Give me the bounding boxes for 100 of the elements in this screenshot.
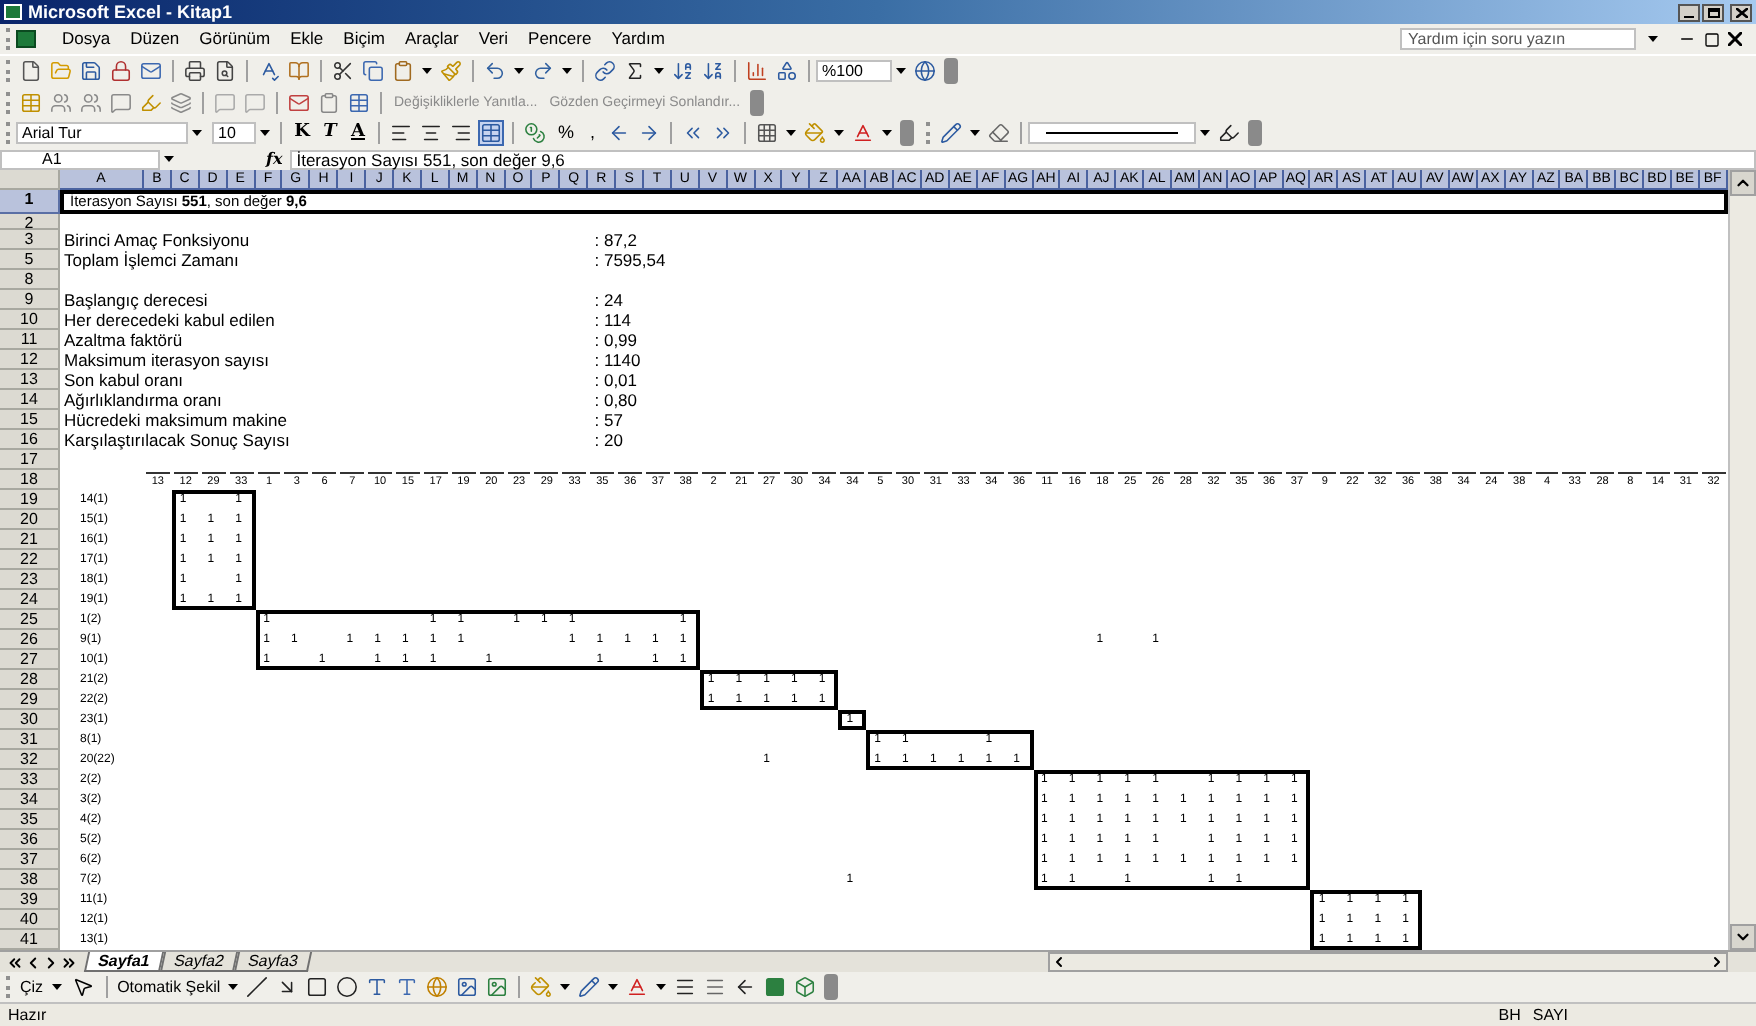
mail-icon[interactable]	[288, 91, 310, 113]
row-header[interactable]: 23	[0, 570, 60, 590]
toolbar-options-icon[interactable]	[824, 974, 839, 1000]
minimize-icon[interactable]	[1678, 3, 1700, 21]
row-header[interactable]: 9	[0, 290, 60, 310]
drawing-menu-button[interactable]: Otomatik Şekil	[113, 977, 225, 997]
sort-ascending-icon[interactable]	[672, 60, 694, 82]
sheet-tab[interactable]: Sayfa3	[233, 952, 312, 972]
text-box-icon[interactable]	[366, 976, 389, 998]
oval-icon[interactable]	[336, 976, 359, 998]
pen-color-icon[interactable]	[1217, 122, 1240, 144]
style-button[interactable]: T	[316, 122, 344, 144]
sort-descending-icon[interactable]	[702, 60, 724, 82]
row-header[interactable]: 22	[0, 550, 60, 570]
menu-item[interactable]: Biçim	[333, 28, 395, 50]
line-icon[interactable]	[246, 976, 269, 998]
menu-item[interactable]: Ekle	[280, 28, 334, 50]
people-icon[interactable]	[50, 91, 72, 113]
menu-item[interactable]: Yardım	[601, 28, 675, 50]
print-icon[interactable]	[184, 60, 206, 82]
dropdown-caret-icon[interactable]	[608, 984, 619, 990]
fill-color-icon[interactable]	[530, 976, 553, 998]
font-size-field[interactable]: 10	[212, 122, 256, 144]
arrow-style-icon[interactable]	[734, 976, 757, 998]
row-header[interactable]: 39	[0, 890, 60, 910]
dropdown-caret-icon[interactable]	[192, 130, 202, 136]
row-header[interactable]: 10	[0, 310, 60, 330]
dropdown-caret-icon[interactable]	[896, 68, 906, 74]
comment-icon[interactable]	[110, 91, 132, 113]
font-color-icon[interactable]	[626, 976, 649, 998]
mail-icon[interactable]	[140, 60, 162, 82]
close-icon[interactable]	[1728, 32, 1742, 46]
hyperlink-icon[interactable]	[594, 60, 616, 82]
drawing-icon[interactable]	[776, 60, 798, 82]
row-header[interactable]: 26	[0, 630, 60, 650]
formula-field[interactable]: İterasyon Sayısı 551, son değer 9,6	[290, 149, 1756, 169]
style-button[interactable]: A	[344, 122, 372, 144]
menu-item[interactable]: Araçlar	[394, 28, 469, 50]
padlock-icon[interactable]	[110, 60, 132, 82]
cut-icon[interactable]	[332, 60, 354, 82]
next-sheet-icon[interactable]	[42, 953, 60, 971]
fill-color-icon[interactable]	[803, 122, 826, 144]
row-header[interactable]: 41	[0, 930, 60, 950]
row-header[interactable]: 34	[0, 790, 60, 810]
toolbar-options-icon[interactable]	[750, 89, 765, 115]
horizontal-scrollbar[interactable]	[1048, 952, 1728, 972]
function-label[interactable]: fx	[266, 150, 283, 168]
row-header[interactable]: 24	[0, 590, 60, 610]
row-header[interactable]: 11	[0, 330, 60, 350]
row-header[interactable]: 19	[0, 490, 60, 510]
scroll-down-icon[interactable]	[1730, 924, 1756, 950]
row-header[interactable]: 18	[0, 470, 60, 490]
dropdown-caret-icon[interactable]	[785, 130, 796, 136]
row-header[interactable]: 20	[0, 510, 60, 530]
row-header[interactable]: 32	[0, 750, 60, 770]
dropdown-caret-icon[interactable]	[164, 156, 174, 162]
dropdown-caret-icon[interactable]	[260, 130, 270, 136]
row-header[interactable]: 38	[0, 870, 60, 890]
number-format-button[interactable]: %	[550, 122, 583, 144]
row-header[interactable]: 1	[0, 190, 60, 214]
row-header[interactable]: 28	[0, 670, 60, 690]
row-header[interactable]: 31	[0, 730, 60, 750]
dropdown-caret-icon[interactable]	[562, 68, 572, 74]
line-color-icon[interactable]	[578, 976, 601, 998]
print-preview-icon[interactable]	[214, 60, 236, 82]
menu-item[interactable]: Görünüm	[189, 28, 281, 50]
row-header[interactable]: 40	[0, 910, 60, 930]
align-left-icon[interactable]	[390, 122, 412, 144]
row-header[interactable]: 35	[0, 810, 60, 830]
eraser-icon[interactable]	[987, 122, 1010, 144]
row-header[interactable]: 12	[0, 350, 60, 370]
sheet-tab[interactable]: Sayfa1	[83, 952, 164, 972]
sum-icon[interactable]	[624, 60, 646, 82]
number-format-button[interactable]: ,	[582, 122, 604, 144]
rectangle-icon[interactable]	[306, 976, 329, 998]
spell-check-icon[interactable]	[258, 60, 280, 82]
style-button[interactable]: K	[288, 122, 316, 144]
borders-icon[interactable]	[755, 122, 778, 144]
last-sheet-icon[interactable]	[60, 953, 78, 971]
row-header[interactable]: 25	[0, 610, 60, 630]
row-header[interactable]: 33	[0, 770, 60, 790]
drawing-menu-button[interactable]: Çiz	[16, 977, 48, 997]
row-header[interactable]: 3	[0, 230, 60, 250]
pencil-icon[interactable]	[939, 122, 962, 144]
row-header[interactable]: 13	[0, 370, 60, 390]
currency-icon[interactable]	[524, 122, 546, 144]
table-icon[interactable]	[348, 91, 370, 113]
row-header[interactable]: 29	[0, 690, 60, 710]
dropdown-caret-icon[interactable]	[560, 984, 571, 990]
scroll-left-icon[interactable]	[1050, 954, 1068, 970]
close-icon[interactable]	[1730, 3, 1752, 21]
row-header[interactable]: 15	[0, 410, 60, 430]
menu-item[interactable]: Pencere	[518, 28, 602, 50]
restore-icon[interactable]	[1704, 31, 1720, 47]
dropdown-caret-icon[interactable]	[422, 68, 432, 74]
row-header[interactable]: 21	[0, 530, 60, 550]
save-icon[interactable]	[80, 60, 102, 82]
dropdown-caret-icon[interactable]	[1648, 36, 1658, 42]
align-right-icon[interactable]	[450, 122, 472, 144]
dash-style-icon[interactable]	[704, 976, 727, 998]
